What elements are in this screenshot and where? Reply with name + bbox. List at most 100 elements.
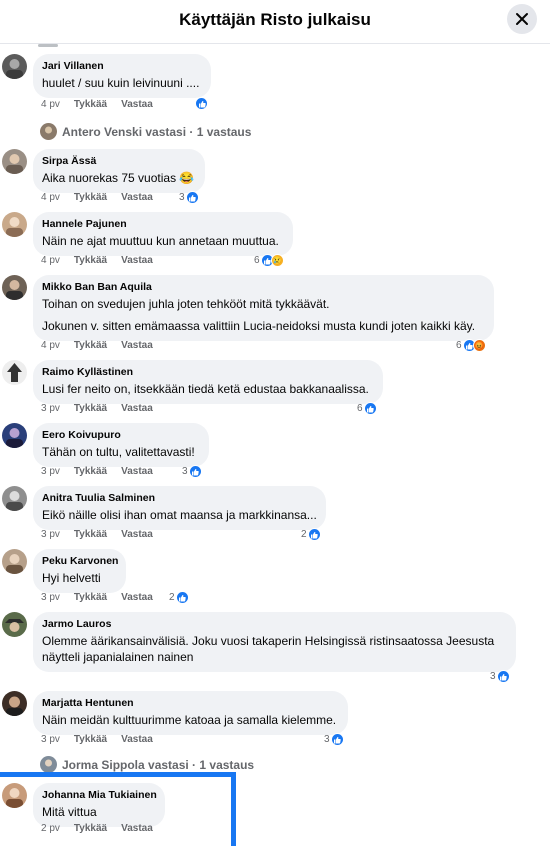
reaction-count: 2 <box>301 529 307 540</box>
comment-text: Jokunen v. sitten emämaassa valittiin Lu… <box>42 319 476 333</box>
like-link[interactable]: Tykkää <box>74 255 107 266</box>
reaction-summary[interactable]: 3 <box>490 670 510 683</box>
like-reaction-icon <box>188 465 202 478</box>
comment-time[interactable]: 3 pv <box>41 466 60 477</box>
close-button[interactable] <box>507 4 537 34</box>
commenter-name[interactable]: Anitra Tuulia Salminen <box>42 492 317 505</box>
comment-text: Aika nuorekas 75 vuotias 😂 <box>42 171 195 185</box>
comment-time[interactable]: 4 pv <box>41 340 60 351</box>
comment-time[interactable]: 3 pv <box>41 592 60 603</box>
reaction-summary[interactable]: 3 <box>324 733 344 746</box>
view-replies-link[interactable]: Antero Venski vastasi · 1 vastaus <box>40 123 251 140</box>
reaction-count: 6 <box>357 403 363 414</box>
like-link[interactable]: Tykkää <box>74 192 107 203</box>
reaction-count: 3 <box>490 671 496 682</box>
like-link[interactable]: Tykkää <box>74 592 107 603</box>
like-link[interactable]: Tykkää <box>74 99 107 110</box>
reaction-summary[interactable]: 3 <box>182 465 202 478</box>
commenter-name[interactable]: Peku Karvonen <box>42 555 118 568</box>
replies-text: Antero Venski vastasi · 1 vastaus <box>62 124 252 139</box>
comment-text: Tähän on tultu, valitettavasti! <box>42 445 195 459</box>
avatar[interactable] <box>2 549 27 574</box>
comment-bubble: Eero Koivupuro Tähän on tultu, valitetta… <box>33 423 209 467</box>
avatar[interactable] <box>2 360 27 385</box>
commenter-name[interactable]: Marjatta Hentunen <box>42 697 339 710</box>
reaction-summary[interactable]: 6 😢 <box>254 254 284 267</box>
comment-time[interactable]: 3 pv <box>41 529 60 540</box>
reply-link[interactable]: Vastaa <box>121 340 153 351</box>
reaction-count: 3 <box>182 466 188 477</box>
like-reaction-icon <box>496 670 510 683</box>
avatar[interactable] <box>2 612 27 637</box>
avatar[interactable] <box>2 423 27 448</box>
commenter-name[interactable]: Raimo Kyllästinen <box>42 366 374 379</box>
comment-text: Lusi fer neito on, itsekkään tiedä ketä … <box>42 382 369 396</box>
commenter-name[interactable]: Sirpa Ässä <box>42 155 196 168</box>
avatar[interactable] <box>2 486 27 511</box>
reply-link[interactable]: Vastaa <box>121 466 153 477</box>
like-reaction-icon <box>195 97 208 110</box>
previous-comment-edge <box>38 44 58 47</box>
comment-bubble: Sirpa Ässä Aika nuorekas 75 vuotias 😂 <box>33 149 205 193</box>
comment-bubble: Jari Villanen huulet / suu kuin leivinuu… <box>33 54 211 98</box>
reaction-count: 3 <box>324 734 330 745</box>
avatar[interactable] <box>2 691 27 716</box>
comment-text: huulet / suu kuin leivinuuni .... <box>42 76 200 90</box>
comment-text: Eikö näille olisi ihan omat maansa ja ma… <box>42 508 317 522</box>
reaction-summary[interactable] <box>195 97 208 110</box>
commenter-name[interactable]: Mikko Ban Ban Aquila <box>42 281 485 294</box>
like-reaction-icon <box>307 528 321 541</box>
commenter-name[interactable]: Eero Koivupuro <box>42 429 200 442</box>
reaction-count: 2 <box>169 592 175 603</box>
comment-time[interactable]: 4 pv <box>41 192 60 203</box>
like-link[interactable]: Tykkää <box>74 734 107 745</box>
avatar[interactable] <box>2 212 27 237</box>
comment-text: Näin ne ajat muuttuu kun annetaan muuttu… <box>42 234 279 248</box>
like-link[interactable]: Tykkää <box>74 403 107 414</box>
comment-bubble: Marjatta Hentunen Näin meidän kulttuurim… <box>33 691 348 735</box>
commenter-name[interactable]: Jari Villanen <box>42 60 202 73</box>
comment-text: Toihan on svedujen juhla joten tehkööt m… <box>42 297 330 311</box>
reply-link[interactable]: Vastaa <box>121 192 153 203</box>
reaction-count: 6 <box>254 255 260 266</box>
reaction-summary[interactable]: 6 <box>357 402 377 415</box>
avatar[interactable] <box>2 149 27 174</box>
like-link[interactable]: Tykkää <box>74 466 107 477</box>
reaction-summary[interactable]: 2 <box>301 528 321 541</box>
reply-link[interactable]: Vastaa <box>121 592 153 603</box>
close-icon <box>516 13 528 25</box>
comment-time[interactable]: 3 pv <box>41 734 60 745</box>
comment-text: näytteli japanialainen nainen <box>42 650 194 664</box>
comment-text: Hyi helvetti <box>42 571 101 585</box>
like-link[interactable]: Tykkää <box>74 340 107 351</box>
dialog-header: Käyttäjän Risto julkaisu <box>0 0 550 44</box>
reply-link[interactable]: Vastaa <box>121 99 153 110</box>
commenter-name[interactable]: Hannele Pajunen <box>42 218 284 231</box>
reaction-summary[interactable]: 6 😡 <box>456 339 486 352</box>
reply-avatar <box>40 123 57 140</box>
avatar[interactable] <box>2 54 27 79</box>
comment-text: Olemme äärikansainvälisiä. Joku vuosi ta… <box>42 634 495 648</box>
reaction-summary[interactable]: 3 <box>179 191 199 204</box>
reaction-summary[interactable]: 2 <box>169 591 189 604</box>
like-link[interactable]: Tykkää <box>74 529 107 540</box>
reply-link[interactable]: Vastaa <box>121 734 153 745</box>
comment-bubble: Mikko Ban Ban Aquila Toihan on svedujen … <box>33 275 494 341</box>
reply-avatar <box>40 756 57 773</box>
comment-time[interactable]: 3 pv <box>41 403 60 414</box>
reply-link[interactable]: Vastaa <box>121 529 153 540</box>
replies-text: Jorma Sippola vastasi · 1 vastaus <box>62 757 255 772</box>
like-reaction-icon <box>330 733 344 746</box>
reply-link[interactable]: Vastaa <box>121 255 153 266</box>
comment-bubble: Raimo Kyllästinen Lusi fer neito on, its… <box>33 360 383 404</box>
highlight-annotation-box <box>0 772 236 846</box>
comment-time[interactable]: 4 pv <box>41 99 60 110</box>
comment-bubble: Anitra Tuulia Salminen Eikö näille olisi… <box>33 486 326 530</box>
comment-time[interactable]: 4 pv <box>41 255 60 266</box>
reply-link[interactable]: Vastaa <box>121 403 153 414</box>
view-replies-link[interactable]: Jorma Sippola vastasi · 1 vastaus <box>40 756 254 773</box>
commenter-name[interactable]: Jarmo Lauros <box>42 618 507 631</box>
like-reaction-icon <box>175 591 189 604</box>
reaction-count: 6 <box>456 340 462 351</box>
avatar[interactable] <box>2 275 27 300</box>
